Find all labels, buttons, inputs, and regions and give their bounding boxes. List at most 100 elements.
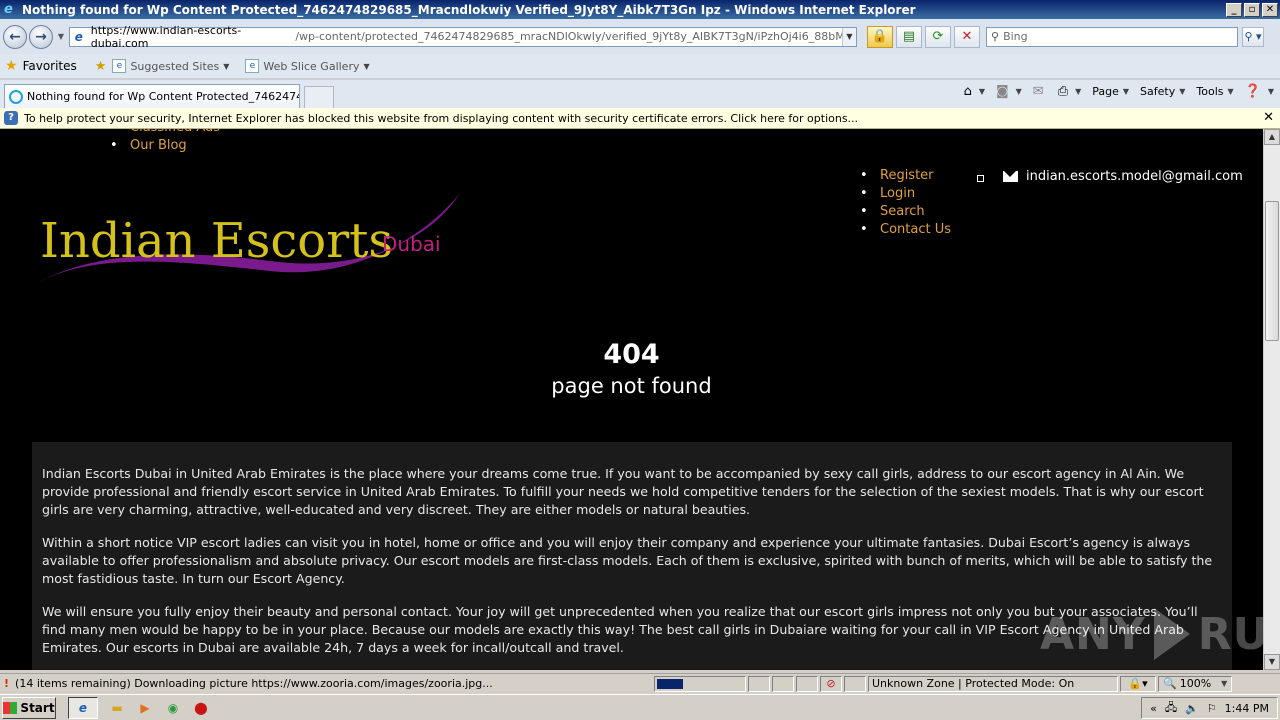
minimize-button[interactable]: _ bbox=[1226, 2, 1242, 17]
tab-active[interactable]: Nothing found for Wp Content Protected_7… bbox=[4, 84, 300, 108]
system-tray: « 🖧 🔈 ⚐ 1:44 PM bbox=[1141, 697, 1278, 719]
back-button[interactable]: ← bbox=[3, 24, 27, 49]
watermark-right: RUN bbox=[1197, 608, 1263, 660]
logo-sub-text: Dubai bbox=[382, 232, 441, 256]
print-button[interactable]: ⎙ ▼ bbox=[1058, 84, 1082, 99]
favorites-button[interactable]: Favorites bbox=[23, 59, 77, 73]
suggested-sites-link[interactable]: e Suggested Sites ▼ bbox=[112, 59, 229, 73]
start-button[interactable]: Start bbox=[2, 696, 56, 719]
window-title: Nothing found for Wp Content Protected_7… bbox=[22, 2, 916, 17]
nav-classified-ads[interactable]: Classified Ads bbox=[110, 129, 220, 137]
tab-title: Nothing found for Wp Content Protected_7… bbox=[27, 90, 300, 103]
favorites-bar: ★ Favorites ★ e Suggested Sites ▼ e Web … bbox=[0, 54, 1280, 79]
mail-button[interactable]: ✉ bbox=[1033, 84, 1047, 99]
close-window-button[interactable]: ✕ bbox=[1262, 2, 1278, 17]
help-button[interactable]: ❓ ▼ bbox=[1245, 84, 1274, 99]
chevron-down-icon: ▼ bbox=[1075, 87, 1082, 96]
refresh-icon[interactable]: ⟳ bbox=[925, 25, 951, 48]
safety-menu[interactable]: Safety ▼ bbox=[1140, 85, 1185, 98]
chevron-down-icon: ▼ bbox=[1179, 87, 1186, 96]
compatibility-view-icon[interactable]: ▤ bbox=[896, 25, 922, 48]
close-infobar-icon[interactable]: ✕ bbox=[1263, 110, 1274, 125]
nav-login[interactable]: Login bbox=[860, 185, 951, 203]
help-icon: ❓ bbox=[1244, 84, 1261, 99]
url-path: /wp-content/protected_7462474829685_mrac… bbox=[295, 30, 856, 43]
tools-menu[interactable]: Tools ▼ bbox=[1196, 85, 1233, 98]
start-label: Start bbox=[20, 700, 55, 715]
page-menu[interactable]: Page ▼ bbox=[1092, 85, 1129, 98]
explorer-folder-icon[interactable]: ▬ bbox=[108, 699, 126, 717]
add-to-favorites-icon[interactable]: ★ bbox=[95, 59, 107, 74]
info-bar-text[interactable]: To help protect your security, Internet … bbox=[24, 112, 858, 125]
nav-contact-us[interactable]: Contact Us bbox=[860, 221, 951, 239]
bullet-square-icon bbox=[977, 175, 984, 182]
new-tab-button[interactable] bbox=[304, 86, 334, 108]
scroll-down-icon[interactable]: ▼ bbox=[1264, 654, 1280, 670]
zoom-level: 100% bbox=[1179, 676, 1212, 690]
email-address: indian.escorts.model@gmail.com bbox=[1026, 169, 1243, 184]
play-icon bbox=[1153, 608, 1190, 660]
vertical-scrollbar[interactable]: ▲ ▼ bbox=[1263, 129, 1280, 670]
status-message: ! (14 items remaining) Downloading pictu… bbox=[0, 677, 652, 690]
certificate-error-lock-icon[interactable]: 🔒 bbox=[867, 25, 893, 48]
home-button[interactable]: ⌂ ▼ bbox=[964, 84, 985, 99]
chevron-down-icon: ▼ bbox=[363, 61, 370, 71]
clock[interactable]: 1:44 PM bbox=[1225, 702, 1269, 715]
media-player-icon[interactable]: ▶ bbox=[136, 699, 154, 717]
shield-icon: ? bbox=[4, 111, 18, 125]
tray-expand-icon[interactable]: « bbox=[1150, 702, 1157, 715]
web-slice-gallery-link[interactable]: e Web Slice Gallery ▼ bbox=[245, 59, 370, 73]
quick-launch: e ▬ ▶ ◉ ⬤ bbox=[68, 696, 210, 719]
status-pane bbox=[748, 675, 770, 692]
security-info-bar[interactable]: ? To help protect your security, Interne… bbox=[0, 108, 1280, 129]
page-icon: e bbox=[74, 29, 83, 44]
page-content: Classified Ads Our Blog Indian Escorts D… bbox=[0, 129, 1263, 670]
history-dropdown-icon[interactable]: ▼ bbox=[55, 32, 67, 41]
chrome-icon[interactable]: ◉ bbox=[164, 699, 182, 717]
nav-search[interactable]: Search bbox=[860, 203, 951, 221]
search-placeholder: Bing bbox=[1003, 30, 1028, 43]
forward-button[interactable]: → bbox=[29, 24, 53, 49]
chevron-down-icon: ▼ bbox=[1267, 87, 1274, 96]
url-host: https://www.indian-escorts-dubai.com bbox=[90, 23, 242, 50]
ie-taskbar-icon[interactable]: e bbox=[68, 696, 98, 719]
popup-blocked-icon[interactable]: ⊘ bbox=[820, 675, 842, 692]
security-zone[interactable]: Unknown Zone | Protected Mode: On bbox=[868, 675, 1118, 692]
protected-mode-icon[interactable]: 🔒▾ bbox=[1120, 675, 1156, 692]
volume-icon[interactable]: 🔈 bbox=[1185, 702, 1199, 715]
chevron-down-icon: ▼ bbox=[1122, 87, 1130, 96]
safety-menu-label: Safety bbox=[1140, 85, 1176, 98]
search-input[interactable]: ⚲ Bing bbox=[986, 26, 1238, 47]
stop-sign-icon[interactable]: ⬤ bbox=[192, 699, 210, 717]
tab-bar: Nothing found for Wp Content Protected_7… bbox=[0, 80, 1280, 108]
action-center-flag-icon[interactable]: ⚐ bbox=[1207, 702, 1217, 715]
ie-logo-icon: e bbox=[4, 1, 13, 17]
site-logo[interactable]: Indian Escorts Dubai bbox=[30, 191, 462, 291]
window-controls: _ ▫ ✕ bbox=[1226, 2, 1278, 17]
anyrun-watermark: ANY RUN bbox=[1040, 608, 1263, 660]
nav-our-blog[interactable]: Our Blog bbox=[110, 137, 220, 155]
stop-icon[interactable]: ✕ bbox=[954, 25, 980, 48]
error-message: page not found bbox=[551, 374, 712, 398]
paragraph: Indian Escorts Dubai in United Arab Emir… bbox=[42, 466, 1204, 517]
address-dropdown-icon[interactable]: ▼ bbox=[842, 27, 856, 46]
logo-main-text: Indian Escorts bbox=[40, 213, 393, 269]
email-link[interactable]: indian.escorts.model@gmail.com bbox=[1003, 169, 1243, 184]
nav-register[interactable]: Register bbox=[860, 167, 951, 185]
zoom-control[interactable]: 🔍 100% ▼ bbox=[1158, 675, 1233, 692]
top-navigation: Classified Ads Our Blog bbox=[110, 129, 220, 155]
chevron-down-icon: ▼ bbox=[978, 87, 985, 96]
status-bar: ! (14 items remaining) Downloading pictu… bbox=[0, 673, 1280, 693]
feeds-button[interactable]: ◙ ▼ bbox=[996, 84, 1022, 99]
search-go-button[interactable]: ⚲ ▾ bbox=[1242, 26, 1264, 47]
scroll-up-icon[interactable]: ▲ bbox=[1264, 129, 1280, 145]
address-bar[interactable]: e https://www.indian-escorts-dubai.com/w… bbox=[69, 23, 857, 50]
error-code: 404 bbox=[603, 339, 660, 370]
envelope-icon bbox=[1003, 171, 1018, 182]
chevron-down-icon: ▼ bbox=[1015, 87, 1022, 96]
scroll-thumb[interactable] bbox=[1265, 201, 1279, 341]
chevron-down-icon: ▼ bbox=[1221, 678, 1228, 688]
network-icon[interactable]: 🖧 bbox=[1165, 699, 1177, 718]
maximize-button[interactable]: ▫ bbox=[1244, 2, 1260, 17]
home-icon: ⌂ bbox=[963, 84, 972, 99]
